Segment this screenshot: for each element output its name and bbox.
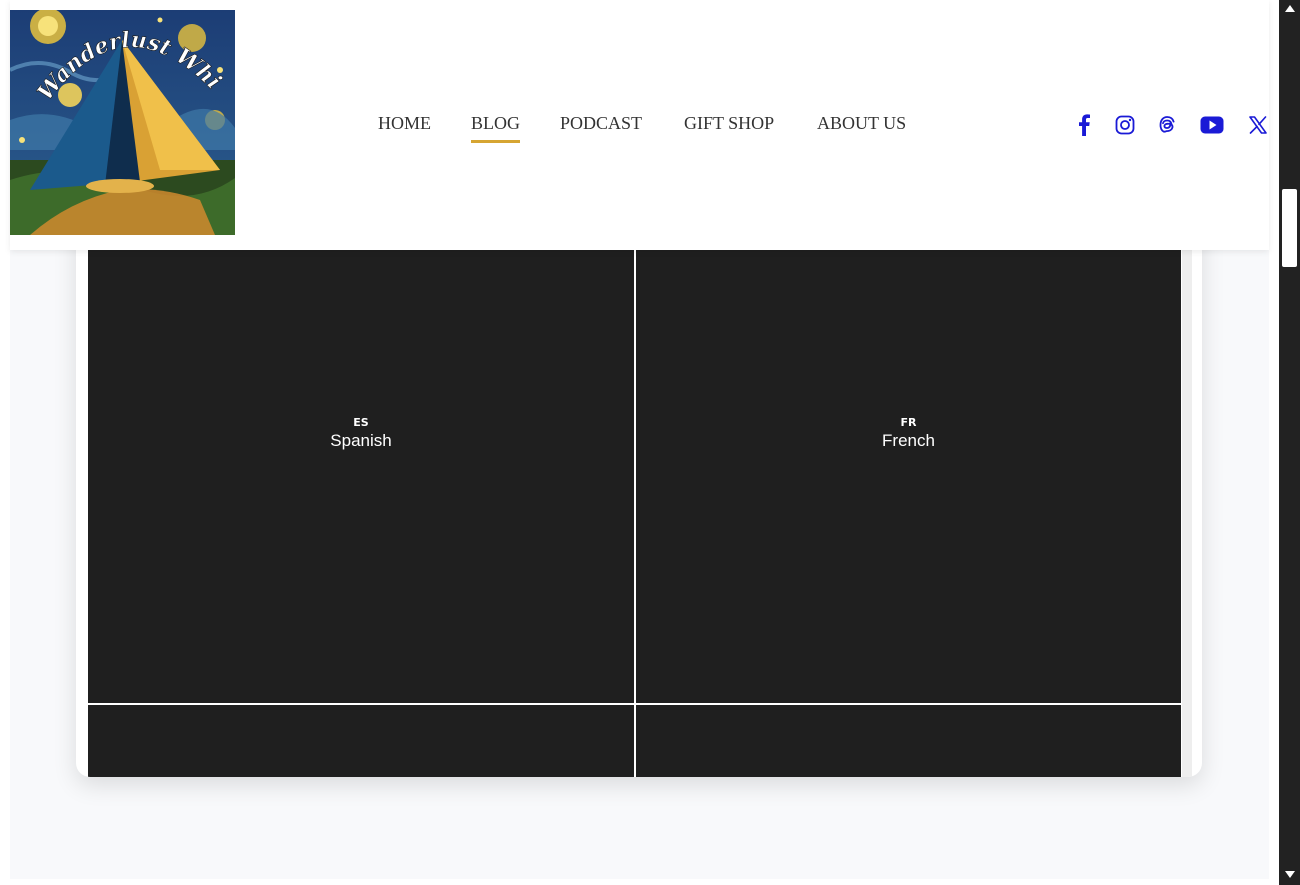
- facebook-icon[interactable]: [1071, 112, 1097, 138]
- nav-about-us[interactable]: ABOUT US: [817, 113, 906, 140]
- nav-podcast[interactable]: PODCAST: [560, 113, 642, 140]
- language-tile-spanish[interactable]: ES Spanish: [88, 210, 634, 703]
- language-code: ES: [353, 416, 369, 429]
- language-name: French: [882, 431, 935, 450]
- scroll-down-arrow-icon[interactable]: [1279, 866, 1300, 883]
- language-code: FR: [900, 416, 917, 429]
- logo-image: Wanderlust Whispers: [10, 10, 235, 235]
- instagram-icon[interactable]: [1112, 112, 1138, 138]
- nav-gift-shop[interactable]: GIFT SHOP: [684, 113, 774, 140]
- page-scrollbar[interactable]: [1279, 0, 1300, 885]
- language-tile[interactable]: [88, 705, 634, 777]
- youtube-icon[interactable]: [1199, 112, 1225, 138]
- nav-blog[interactable]: BLOG: [471, 113, 520, 143]
- site-logo[interactable]: Wanderlust Whispers: [10, 10, 235, 235]
- card-scroll-rail: [1182, 200, 1192, 777]
- scrollbar-thumb[interactable]: [1282, 189, 1297, 267]
- language-tile[interactable]: [636, 705, 1181, 777]
- language-name: Spanish: [330, 431, 392, 450]
- language-card: ES Spanish FR French: [76, 200, 1202, 777]
- language-label: ES Spanish: [88, 416, 634, 452]
- nav-home[interactable]: HOME: [378, 113, 431, 140]
- site-header: Wanderlust Whispers HOME BLOG PODCAST GI…: [10, 0, 1269, 250]
- scroll-up-arrow-icon[interactable]: [1279, 0, 1300, 17]
- language-label: FR French: [636, 416, 1181, 452]
- threads-icon[interactable]: [1154, 112, 1180, 138]
- language-tile-french[interactable]: FR French: [636, 210, 1181, 703]
- x-icon[interactable]: [1245, 112, 1271, 138]
